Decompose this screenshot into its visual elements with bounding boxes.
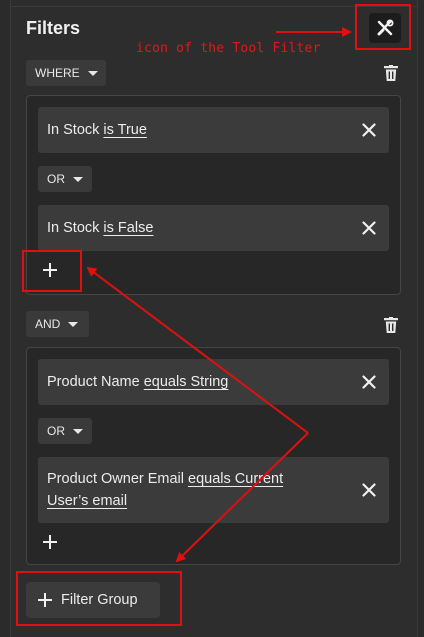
group2-connector-dropdown[interactable]: AND <box>26 311 89 337</box>
condition-operator[interactable]: equals Current <box>188 471 283 487</box>
close-icon[interactable] <box>362 375 376 389</box>
group1-connector-label: WHERE <box>35 66 80 80</box>
condition-field: In Stock <box>47 122 100 138</box>
close-icon[interactable] <box>362 221 376 235</box>
annotation-box-tool <box>355 4 411 50</box>
chevron-down-icon <box>73 176 83 182</box>
condition-field: Product Name <box>47 374 140 390</box>
chevron-down-icon <box>87 70 98 76</box>
close-icon[interactable] <box>362 123 376 137</box>
group1-join-dropdown[interactable]: OR <box>38 166 92 192</box>
join-label: OR <box>47 172 65 186</box>
condition-row[interactable]: Product Owner Email equals Current User’… <box>38 457 389 523</box>
trash-icon[interactable] <box>384 65 398 81</box>
condition-row[interactable]: Product Name equals String <box>38 359 389 405</box>
condition-operator[interactable]: is True <box>103 122 147 138</box>
trash-icon[interactable] <box>384 317 398 333</box>
close-icon[interactable] <box>362 483 376 497</box>
panel-title: Filters <box>26 18 81 38</box>
condition-field: In Stock <box>47 220 100 236</box>
condition-operator[interactable]: is False <box>103 220 153 236</box>
group2-connector-label: AND <box>35 317 61 331</box>
condition-operator-continued[interactable]: User’s email <box>47 493 127 509</box>
chevron-down-icon <box>68 321 79 327</box>
chevron-down-icon <box>73 428 83 434</box>
condition-row[interactable]: In Stock is False <box>38 205 389 251</box>
annotation-box-filter-group <box>16 571 182 626</box>
group1-connector-dropdown[interactable]: WHERE <box>26 60 106 86</box>
plus-icon[interactable] <box>43 535 57 549</box>
join-label: OR <box>47 424 65 438</box>
annotation-label: icon of the Tool Filter <box>136 41 321 56</box>
group2-join-dropdown[interactable]: OR <box>38 418 92 444</box>
condition-field: Product Owner Email <box>47 471 184 487</box>
annotation-box-add-condition <box>22 250 82 292</box>
condition-row[interactable]: In Stock is True <box>38 107 389 153</box>
condition-operator[interactable]: equals String <box>144 374 229 390</box>
